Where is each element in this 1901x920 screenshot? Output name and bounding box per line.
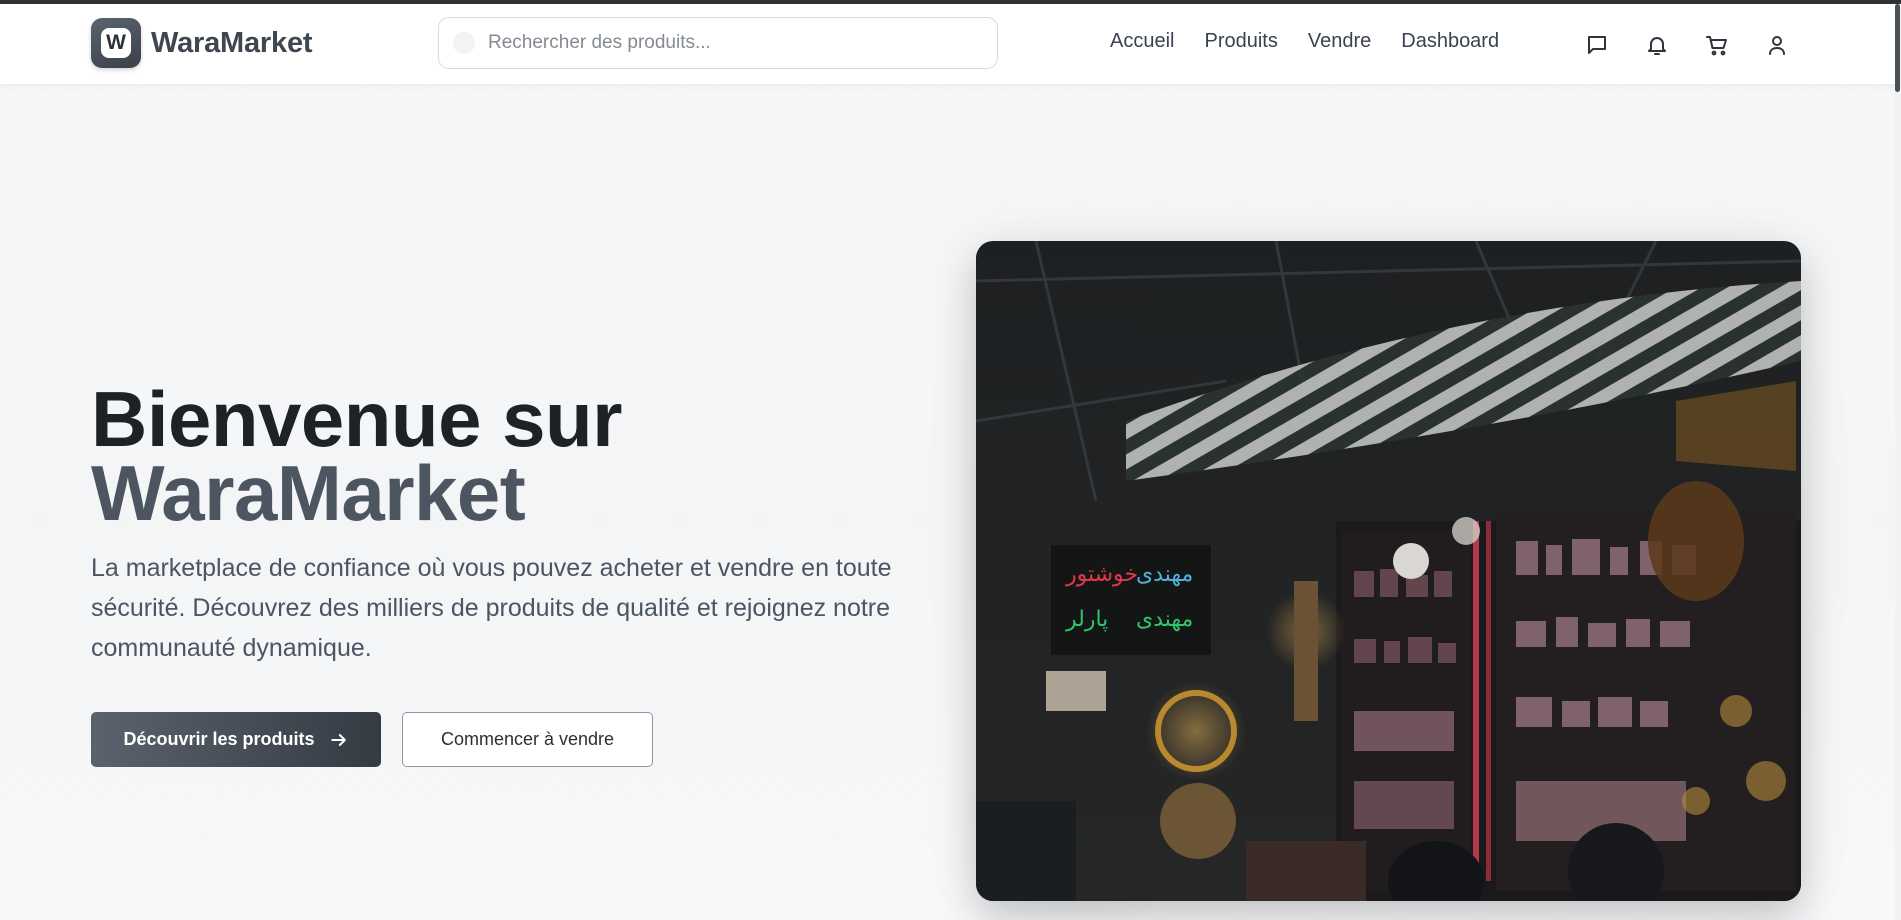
header-actions xyxy=(1584,32,1790,58)
top-border xyxy=(0,0,1901,4)
start-selling-button[interactable]: Commencer à vendre xyxy=(402,712,653,767)
nav-dashboard[interactable]: Dashboard xyxy=(1401,30,1499,53)
svg-text:ﻣﻬﻨﺪی: ﻣﻬﻨﺪی xyxy=(1136,607,1193,632)
hero-title-line2: WaraMarket xyxy=(91,449,526,537)
brand-logo[interactable]: W WaraMarket xyxy=(91,18,313,68)
nav-vendre[interactable]: Vendre xyxy=(1308,30,1371,53)
nav-produits[interactable]: Produits xyxy=(1204,30,1277,53)
site-header: W WaraMarket Accueil Produits Vendre Das… xyxy=(0,4,1901,84)
search-bar[interactable] xyxy=(438,17,998,69)
brand-name: WaraMarket xyxy=(151,26,313,59)
arrow-right-icon xyxy=(330,733,346,746)
search-icon xyxy=(453,32,475,54)
logo-letter: W xyxy=(101,28,131,58)
message-icon[interactable] xyxy=(1584,32,1610,58)
hero-market-image: ﺧﻮﺷﺘﻮر ﻣﻬﻨﺪی ﭘﺎرﻟﺮ ﻣﻬﻨﺪی xyxy=(976,241,1801,901)
hero-description: La marketplace de confiance où vous pouv… xyxy=(91,554,892,662)
discover-products-label: Découvrir les produits xyxy=(123,729,315,749)
nav-accueil[interactable]: Accueil xyxy=(1110,30,1174,53)
discover-products-button[interactable]: Découvrir les produits xyxy=(91,712,381,767)
main-nav: Accueil Produits Vendre Dashboard xyxy=(1110,30,1499,53)
cart-icon[interactable] xyxy=(1704,32,1730,58)
logo-badge: W xyxy=(91,18,141,68)
hero-buttons: Découvrir les produits Commencer à vendr… xyxy=(91,712,653,767)
svg-text:ﺧﻮﺷﺘﻮر: ﺧﻮﺷﺘﻮر xyxy=(1065,562,1138,587)
svg-text:ﭘﺎرﻟﺮ: ﭘﺎرﻟﺮ xyxy=(1065,607,1108,632)
user-icon[interactable] xyxy=(1764,32,1790,58)
scrollbar-track[interactable] xyxy=(1895,4,1901,920)
bell-icon[interactable] xyxy=(1644,32,1670,58)
svg-text:ﻣﻬﻨﺪی: ﻣﻬﻨﺪی xyxy=(1136,562,1193,587)
scrollbar-thumb[interactable] xyxy=(1895,4,1900,92)
hero-title: Bienvenue sur WaraMarket xyxy=(91,380,911,537)
hero-content: Bienvenue sur WaraMarket La marketplace … xyxy=(91,380,911,668)
search-input[interactable] xyxy=(488,32,968,54)
